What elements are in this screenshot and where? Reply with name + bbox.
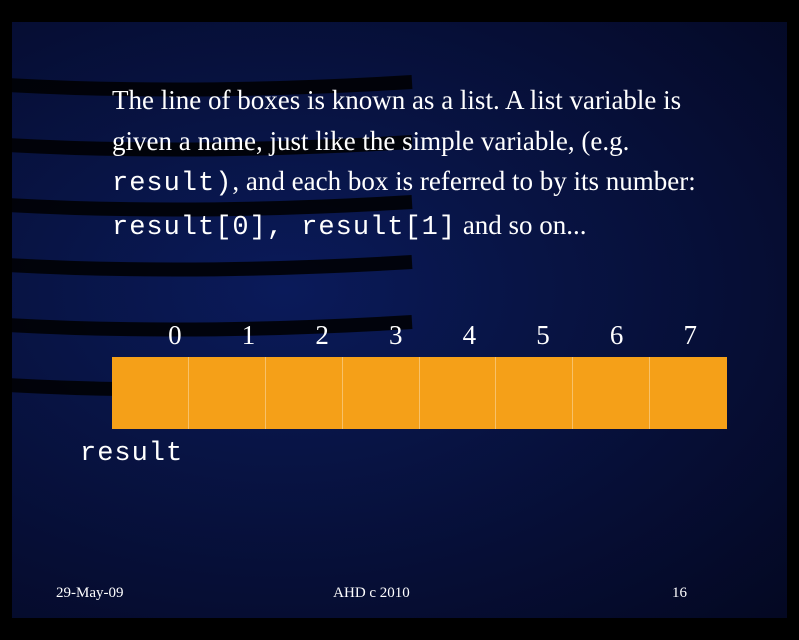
body-text: The line of boxes is known as a list. A … <box>112 80 727 248</box>
array-index: 6 <box>580 320 654 351</box>
array-box <box>343 357 420 429</box>
footer-copyright: AHD c 2010 <box>266 585 476 602</box>
array-box <box>496 357 573 429</box>
body-text-part1: The line of boxes is known as a list. A … <box>112 85 681 156</box>
array-index: 0 <box>138 320 212 351</box>
array-diagram: 0 1 2 3 4 5 6 7 result <box>112 320 727 469</box>
code-result-index: result[0], result[1] <box>112 213 456 243</box>
slide: The line of boxes is known as a list. A … <box>12 22 787 618</box>
array-index: 2 <box>285 320 359 351</box>
array-index: 7 <box>653 320 727 351</box>
array-index: 1 <box>212 320 286 351</box>
body-text-part3: and so on... <box>463 210 587 240</box>
array-index: 5 <box>506 320 580 351</box>
array-box <box>420 357 497 429</box>
code-inline-result: result) <box>112 169 232 199</box>
array-index-row: 0 1 2 3 4 5 6 7 <box>138 320 727 351</box>
array-box-row <box>112 357 727 429</box>
slide-footer: 29-May-09 AHD c 2010 16 <box>12 585 787 602</box>
array-label: result <box>80 439 727 469</box>
array-box <box>189 357 266 429</box>
array-index: 3 <box>359 320 433 351</box>
array-box <box>266 357 343 429</box>
body-text-part2: , and each box is referred to by its num… <box>232 166 695 196</box>
footer-page-number: 16 <box>477 585 743 602</box>
footer-date: 29-May-09 <box>56 585 266 602</box>
array-box <box>112 357 189 429</box>
array-box <box>573 357 650 429</box>
array-index: 4 <box>433 320 507 351</box>
array-box <box>650 357 727 429</box>
